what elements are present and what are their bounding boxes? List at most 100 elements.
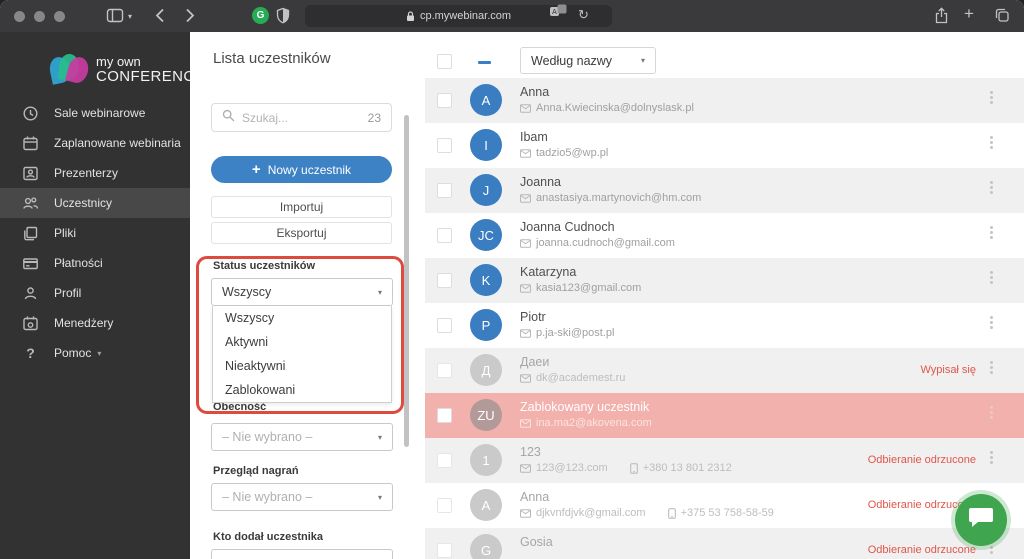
- participant-row[interactable]: 1 123 123@123.com +380 13 801 2312 Odbierani…: [425, 438, 1024, 483]
- status-option-zablokowani[interactable]: Zablokowani: [213, 378, 391, 402]
- status-option-wszyscy[interactable]: Wszyscy: [213, 306, 391, 330]
- sidebar-item-prezenterzy[interactable]: Prezenterzy: [0, 158, 190, 188]
- partial-select-dash-icon[interactable]: [478, 61, 491, 64]
- participant-meta: dk@academest.ru: [520, 372, 625, 384]
- kebab-menu-icon[interactable]: [986, 316, 996, 329]
- participant-email: ina.ma2@akovena.com: [536, 417, 652, 429]
- sidebar-item-label: Prezenterzy: [54, 166, 119, 180]
- kebab-menu-icon[interactable]: [986, 451, 996, 464]
- filter-panel-scrollbar[interactable]: [404, 115, 409, 447]
- app-logo[interactable]: my own CONFERENCE: [47, 53, 206, 86]
- participant-row[interactable]: K Katarzyna kasia123@gmail.com: [425, 258, 1024, 303]
- kebab-menu-icon[interactable]: [986, 361, 996, 374]
- status-option-nieaktywni[interactable]: Nieaktywni: [213, 354, 391, 378]
- new-tab-icon[interactable]: +: [964, 4, 974, 24]
- participant-email: djkvnfdjvk@gmail.com: [536, 507, 646, 519]
- sidebar-item-pomoc[interactable]: ? Pomoc ▾: [0, 338, 190, 368]
- row-checkbox[interactable]: [437, 363, 452, 378]
- participant-row[interactable]: ZU Zablokowany uczestnik ina.ma2@akovena.c…: [425, 393, 1024, 438]
- status-option-aktywni[interactable]: Aktywni: [213, 330, 391, 354]
- forward-button[interactable]: [185, 7, 195, 24]
- grammarly-extension-icon[interactable]: G: [252, 7, 269, 24]
- kebab-menu-icon[interactable]: [986, 271, 996, 284]
- row-checkbox[interactable]: [437, 93, 452, 108]
- row-checkbox[interactable]: [437, 183, 452, 198]
- shield-extension-icon[interactable]: [276, 7, 290, 24]
- avatar: ZU: [470, 399, 502, 431]
- participant-row[interactable]: Д Даеи dk@academest.ru Wypisał się: [425, 348, 1024, 393]
- sidebar-item-profil[interactable]: Profil: [0, 278, 190, 308]
- new-participant-button[interactable]: + Nowy uczestnik: [211, 156, 392, 183]
- row-checkbox[interactable]: [437, 453, 452, 468]
- sidebar-item-uczestnicy[interactable]: Uczestnicy: [0, 188, 190, 218]
- sidebar-item-p-atno-ci[interactable]: Płatności: [0, 248, 190, 278]
- participant-name: Piotr: [520, 310, 546, 324]
- row-checkbox[interactable]: [437, 408, 452, 423]
- participant-phone: +380 13 801 2312: [642, 462, 732, 474]
- row-checkbox[interactable]: [437, 498, 452, 513]
- sort-select[interactable]: Według nazwy ▾: [520, 47, 656, 74]
- participant-name: Zablokowany uczestnik: [520, 400, 650, 414]
- reload-icon[interactable]: ↻: [578, 8, 589, 21]
- sidebar-item-mened-ery[interactable]: Menedżery: [0, 308, 190, 338]
- logo-line2: CONFERENCE: [96, 67, 206, 85]
- participant-meta: joanna.cudnoch@gmail.com: [520, 237, 675, 249]
- translate-icon[interactable]: A: [549, 4, 567, 17]
- select-all-checkbox[interactable]: [437, 54, 452, 69]
- participants-icon: [22, 195, 39, 212]
- managers-icon: [22, 315, 39, 332]
- sidebar-item-label: Zaplanowane webinaria: [54, 136, 181, 150]
- chevron-down-icon[interactable]: ▾: [128, 12, 132, 21]
- row-checkbox[interactable]: [437, 273, 452, 288]
- import-button[interactable]: Importuj: [211, 196, 392, 218]
- participant-info: Ibam tadzio5@wp.pl: [520, 130, 608, 159]
- kebab-menu-icon[interactable]: [986, 181, 996, 194]
- row-checkbox[interactable]: [437, 228, 452, 243]
- status-filter-value: Wszyscy: [222, 285, 272, 299]
- minimize-window-button[interactable]: [34, 11, 45, 22]
- close-window-button[interactable]: [14, 11, 25, 22]
- chevron-down-icon: ▾: [97, 348, 102, 358]
- row-checkbox[interactable]: [437, 543, 452, 558]
- envelope-icon: [520, 418, 531, 428]
- sidebar-item-pliki[interactable]: Pliki: [0, 218, 190, 248]
- help-icon: ?: [26, 344, 35, 361]
- participant-row[interactable]: P Piotr p.ja-ski@post.pl: [425, 303, 1024, 348]
- phone-icon: [667, 507, 676, 519]
- participant-row[interactable]: J Joanna anastasiya.martynovich@hm.com: [425, 168, 1024, 213]
- share-icon[interactable]: [934, 7, 949, 25]
- participant-meta: Anna.Kwiecinska@dolnyslask.pl: [520, 102, 694, 114]
- export-button[interactable]: Eksportuj: [211, 222, 392, 244]
- chat-widget-button[interactable]: [955, 494, 1007, 546]
- participant-row[interactable]: A Anna Anna.Kwiecinska@dolnyslask.pl: [425, 78, 1024, 123]
- back-button[interactable]: [155, 7, 165, 24]
- kebab-menu-icon[interactable]: [986, 406, 996, 419]
- sidebar-item-sale-webinarowe[interactable]: Sale webinarowe: [0, 98, 190, 128]
- chevron-down-icon: ▾: [377, 492, 382, 502]
- envelope-icon: [520, 193, 531, 203]
- kebab-menu-icon[interactable]: [986, 91, 996, 104]
- status-filter-select[interactable]: Wszyscy ▾: [211, 278, 393, 306]
- participant-row[interactable]: I Ibam tadzio5@wp.pl: [425, 123, 1024, 168]
- added-by-filter-select[interactable]: [211, 549, 393, 559]
- participant-name: 123: [520, 445, 541, 459]
- search-input[interactable]: Szukaj... 23: [211, 103, 392, 132]
- kebab-menu-icon[interactable]: [986, 226, 996, 239]
- sidebar-item-zaplanowane-webinaria[interactable]: Zaplanowane webinaria: [0, 128, 190, 158]
- kebab-menu-icon[interactable]: [986, 136, 996, 149]
- participant-row[interactable]: A Anna djkvnfdjvk@gmail.com +375 53 758-58-…: [425, 483, 1024, 528]
- sidebar-item-label: Pomoc: [54, 346, 92, 360]
- sidebar-toggle-icon[interactable]: [106, 7, 124, 24]
- tab-overview-icon[interactable]: [994, 7, 1010, 23]
- participant-row[interactable]: G Gosia Odbieranie odrzucone: [425, 528, 1024, 559]
- zoom-window-button[interactable]: [54, 11, 65, 22]
- presence-filter-select[interactable]: – Nie wybrano – ▾: [211, 423, 393, 451]
- participant-row[interactable]: JC Joanna Cudnoch joanna.cudnoch@gmail.com: [425, 213, 1024, 258]
- row-checkbox[interactable]: [437, 138, 452, 153]
- row-checkbox[interactable]: [437, 318, 452, 333]
- participant-email: Anna.Kwiecinska@dolnyslask.pl: [536, 102, 694, 114]
- participant-email: dk@academest.ru: [536, 372, 626, 384]
- recordings-filter-select[interactable]: – Nie wybrano – ▾: [211, 483, 393, 511]
- envelope-icon: [520, 148, 531, 158]
- chevron-down-icon: ▾: [377, 432, 382, 442]
